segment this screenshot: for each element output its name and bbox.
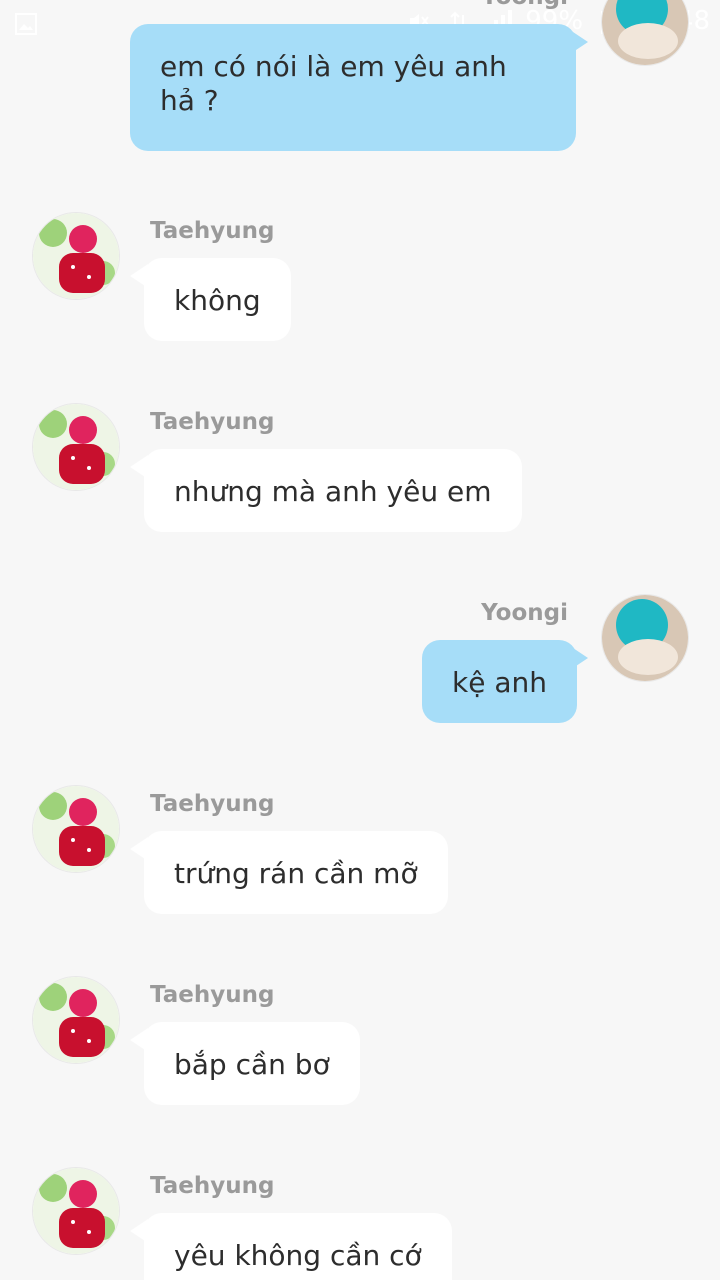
message-bubble[interactable]: yêu không cần cớ <box>144 1213 452 1280</box>
avatar-taehyung[interactable] <box>32 785 120 873</box>
avatar-yoongi[interactable] <box>601 0 689 66</box>
message-bubble[interactable]: nhưng mà anh yêu em <box>144 449 522 532</box>
avatar-taehyung[interactable] <box>32 976 120 1064</box>
message-text: em có nói là em yêu anh hả ? <box>160 50 507 117</box>
message-text: nhưng mà anh yêu em <box>174 475 492 508</box>
message-text: yêu không cần cớ <box>174 1239 422 1272</box>
sender-name: Taehyung <box>150 409 275 435</box>
sender-name: Taehyung <box>150 791 275 817</box>
avatar-taehyung[interactable] <box>32 1167 120 1255</box>
message-bubble[interactable]: bắp cần bơ <box>144 1022 360 1105</box>
avatar-taehyung[interactable] <box>32 403 120 491</box>
sender-name: Taehyung <box>150 982 275 1008</box>
message-text: không <box>174 284 261 317</box>
message-bubble[interactable]: trứng rán cần mỡ <box>144 831 448 914</box>
message-bubble[interactable]: kệ anh <box>422 640 577 723</box>
sender-name: Taehyung <box>150 1173 275 1199</box>
avatar-taehyung[interactable] <box>32 212 120 300</box>
message-text: trứng rán cần mỡ <box>174 857 418 890</box>
message-bubble[interactable]: em có nói là em yêu anh hả ? <box>130 24 576 151</box>
sender-name: Taehyung <box>150 218 275 244</box>
message-bubble[interactable]: không <box>144 258 291 341</box>
avatar-yoongi[interactable] <box>601 594 689 682</box>
message-text: bắp cần bơ <box>174 1048 330 1081</box>
image-icon <box>15 13 37 35</box>
sender-name: Yoongi <box>481 600 568 626</box>
bubble-tail <box>570 30 588 54</box>
sender-name: Yoongi <box>481 0 568 10</box>
message-text: kệ anh <box>452 666 547 699</box>
